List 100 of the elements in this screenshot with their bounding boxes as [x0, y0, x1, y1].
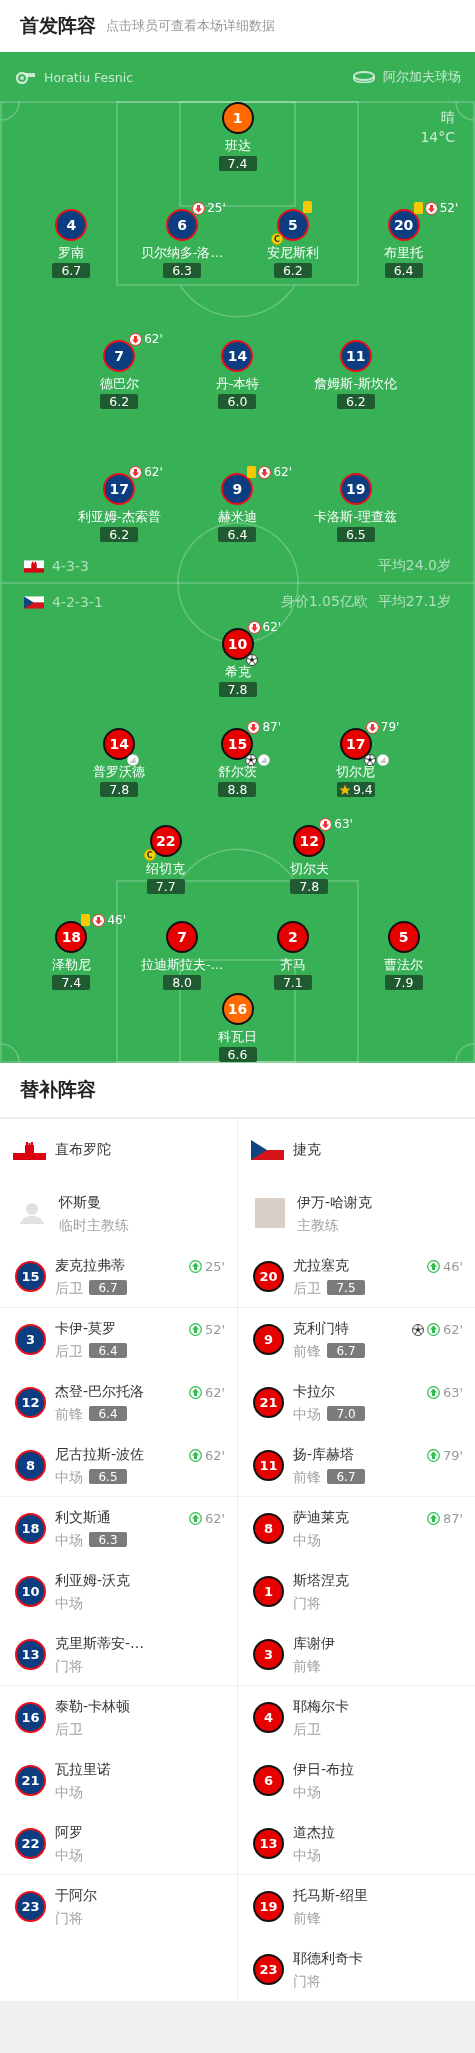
- substitution-minute: 79': [442, 1448, 463, 1463]
- substitution-out-icon: [192, 201, 206, 215]
- player-name[interactable]: 斯塔涅克: [293, 1570, 349, 1589]
- player-name[interactable]: 于阿尔: [55, 1885, 97, 1904]
- player-number-badge[interactable]: 6: [253, 1764, 284, 1796]
- player-name[interactable]: 泰勒-卡林顿: [55, 1696, 131, 1715]
- player-number-badge[interactable]: 9: [221, 473, 254, 505]
- player-number-badge[interactable]: 14: [103, 728, 136, 760]
- coach-name[interactable]: 伊万-哈谢克: [297, 1192, 373, 1211]
- player-number-badge[interactable]: 15: [221, 728, 254, 760]
- flag-icon: [24, 559, 44, 573]
- player-name[interactable]: 杰登-巴尔托洛: [55, 1381, 145, 1400]
- player-number-badge[interactable]: 9: [253, 1323, 284, 1355]
- player-number-badge[interactable]: 22: [15, 1827, 46, 1859]
- flag-icon: [251, 1140, 284, 1160]
- player-rating: 6.5: [89, 1469, 127, 1484]
- substitution-minute: 63': [334, 817, 353, 831]
- player-number-badge[interactable]: 13: [253, 1827, 284, 1859]
- player-name[interactable]: 瓦拉里诺: [55, 1759, 111, 1778]
- player-name[interactable]: 托马斯-绍里: [293, 1885, 369, 1904]
- player-position: 中场: [293, 1530, 321, 1549]
- player-name[interactable]: 萨迪莱克: [293, 1507, 349, 1526]
- player-number-badge[interactable]: 11: [339, 340, 372, 372]
- player-rating: 6.4: [384, 263, 423, 278]
- player-rating: 6.4: [218, 527, 257, 542]
- player-rating: 6.0: [218, 394, 257, 409]
- player-number-badge[interactable]: 23: [15, 1890, 46, 1922]
- section-hint: 点击球员可查看本场详细数据: [106, 17, 275, 35]
- player-number-badge[interactable]: 10: [221, 628, 254, 660]
- player-number-badge[interactable]: 3: [15, 1323, 46, 1355]
- coach-role: 主教练: [297, 1215, 340, 1234]
- player-number-badge[interactable]: 6: [166, 209, 199, 241]
- player-name[interactable]: 扬-库赫塔: [293, 1444, 365, 1463]
- player-number-badge[interactable]: 17: [339, 728, 372, 760]
- player-number-badge[interactable]: 14: [221, 340, 254, 372]
- player-name[interactable]: 克利门特: [293, 1318, 365, 1337]
- player-number-badge[interactable]: 5: [387, 921, 420, 953]
- player-number-badge[interactable]: 23: [253, 1953, 284, 1985]
- substitution-out-icon: [92, 913, 106, 927]
- player-rating: 7.8: [100, 782, 139, 797]
- substitution-minute: 46': [442, 1259, 463, 1274]
- player-number-badge[interactable]: 12: [15, 1386, 46, 1418]
- player-number-badge[interactable]: 21: [15, 1764, 46, 1796]
- player-name[interactable]: 卡伊-莫罗: [55, 1318, 127, 1337]
- player-name[interactable]: 利亚姆-沃克: [55, 1570, 131, 1589]
- coach-name[interactable]: 怀斯曼: [59, 1192, 129, 1211]
- player-number-badge[interactable]: 8: [15, 1449, 46, 1481]
- player-number-badge[interactable]: 16: [15, 1701, 46, 1733]
- player-name[interactable]: 伊日-布拉: [293, 1759, 355, 1778]
- player-number-badge[interactable]: 19: [339, 473, 372, 505]
- player-name[interactable]: 耶梅尔卡: [293, 1696, 349, 1715]
- player-number-badge[interactable]: 19: [253, 1890, 284, 1922]
- substitution-minute: 62': [442, 1322, 463, 1337]
- player-rating: 9.4: [336, 782, 375, 797]
- player-number-badge[interactable]: 1: [253, 1575, 284, 1607]
- substitution-minute: 25': [207, 201, 226, 215]
- player-number-badge[interactable]: 21: [253, 1386, 284, 1418]
- flag-icon: [24, 595, 44, 609]
- player-number-badge[interactable]: 2: [276, 921, 309, 953]
- player-number-badge[interactable]: 18: [15, 1512, 46, 1544]
- player-name[interactable]: 尼古拉斯-波佐: [55, 1444, 145, 1463]
- player-number-badge[interactable]: 4: [253, 1701, 284, 1733]
- player-rating: 6.2: [100, 394, 139, 409]
- football-icon: [245, 754, 258, 766]
- player-number-badge[interactable]: 11: [253, 1449, 284, 1481]
- player-number-badge[interactable]: 20: [387, 209, 420, 241]
- player-name[interactable]: 道杰拉: [293, 1822, 335, 1841]
- player-number-badge[interactable]: 8: [253, 1512, 284, 1544]
- player-name[interactable]: 麦克拉弗蒂: [55, 1255, 127, 1274]
- player-name[interactable]: 克里斯蒂安-…: [55, 1633, 145, 1652]
- player-position: 中场: [55, 1530, 83, 1549]
- player-number-badge[interactable]: 7: [166, 921, 199, 953]
- player-number-badge[interactable]: 20: [253, 1260, 284, 1292]
- substitution-in-icon: [188, 1449, 202, 1462]
- player-name[interactable]: 阿罗: [55, 1822, 83, 1841]
- player-rating: 6.2: [100, 527, 139, 542]
- player-name[interactable]: 卡拉尔: [293, 1381, 365, 1400]
- player-number-badge[interactable]: 10: [15, 1575, 46, 1607]
- player-number-badge[interactable]: 18: [55, 921, 88, 953]
- player-name[interactable]: 尤拉塞克: [293, 1255, 365, 1274]
- player-number-badge[interactable]: 12: [293, 825, 326, 857]
- player-rating: 7.1: [273, 975, 312, 990]
- player-number-badge[interactable]: 4: [55, 209, 88, 241]
- substitution-minute: 62': [204, 1448, 225, 1463]
- player-number-badge[interactable]: 3: [253, 1638, 284, 1670]
- player-number-badge[interactable]: 17: [103, 473, 136, 505]
- player-position: 前锋: [293, 1656, 321, 1675]
- player-name[interactable]: 利文斯通: [55, 1507, 127, 1526]
- player-name[interactable]: 耶德利奇卡: [293, 1948, 363, 1967]
- player-number-badge[interactable]: 15: [15, 1260, 46, 1292]
- player-rating: 6.7: [327, 1343, 365, 1358]
- substitution-in-icon: [426, 1260, 440, 1273]
- player-number-badge[interactable]: 7: [103, 340, 136, 372]
- player-rating: 7.9: [384, 975, 423, 990]
- player-position: 中场: [55, 1845, 83, 1864]
- whistle-icon: [14, 70, 36, 84]
- substitution-out-icon: [247, 720, 261, 734]
- player-number-badge[interactable]: 13: [15, 1638, 46, 1670]
- flag-icon: [13, 1140, 46, 1160]
- player-name[interactable]: 库谢伊: [293, 1633, 335, 1652]
